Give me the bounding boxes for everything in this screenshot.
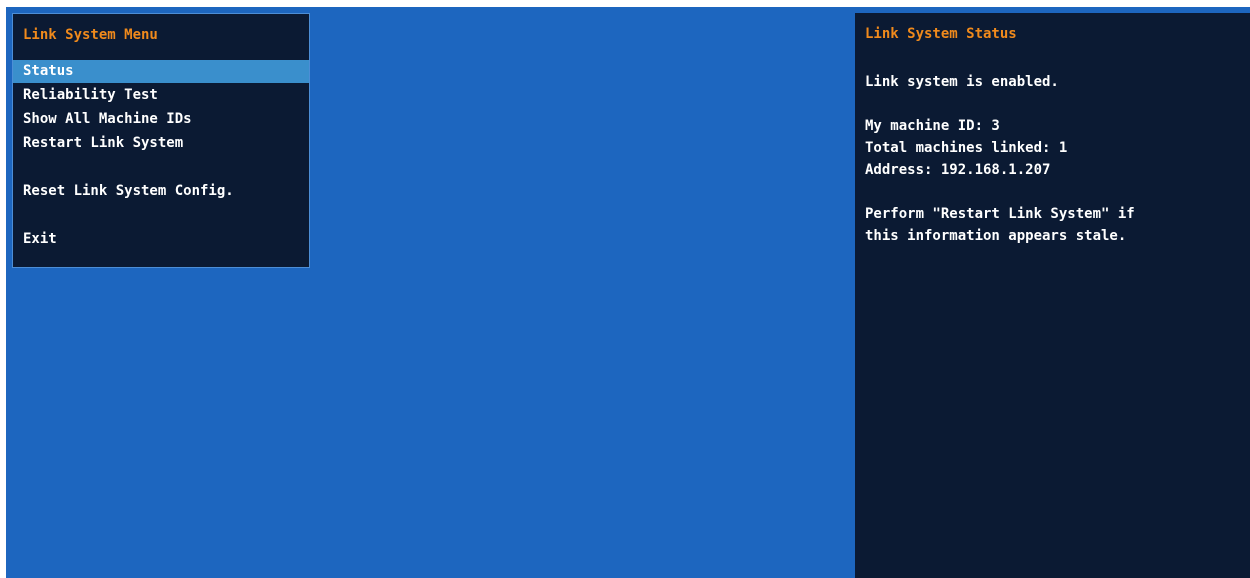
status-enabled-text: Link system is enabled. — [865, 74, 1059, 90]
status-hint-line-2: this information appears stale. — [865, 228, 1127, 244]
menu-item-status[interactable]: Status — [13, 60, 309, 83]
menu-list: Status Reliability Test Show All Machine… — [13, 60, 309, 251]
status-machine-id: My machine ID: 3 — [865, 118, 1000, 134]
status-spacer — [865, 93, 1135, 115]
status-body: Link system is enabled. My machine ID: 3… — [865, 71, 1135, 247]
status-title: Link System Status — [865, 26, 1017, 42]
menu-spacer — [13, 203, 309, 227]
screen-background: Link System Menu Status Reliability Test… — [6, 7, 1250, 578]
menu-title: Link System Menu — [23, 27, 158, 43]
menu-item-reset-link-system-config[interactable]: Reset Link System Config. — [13, 179, 309, 203]
link-system-menu-panel: Link System Menu Status Reliability Test… — [12, 13, 310, 268]
link-system-status-panel: Link System Status Link system is enable… — [855, 13, 1250, 578]
menu-item-show-all-machine-ids[interactable]: Show All Machine IDs — [13, 107, 309, 131]
menu-spacer — [13, 155, 309, 179]
menu-item-reliability-test[interactable]: Reliability Test — [13, 83, 309, 107]
status-total-linked: Total machines linked: 1 — [865, 140, 1068, 156]
status-hint-line-1: Perform "Restart Link System" if — [865, 206, 1135, 222]
status-spacer — [865, 181, 1135, 203]
status-address: Address: 192.168.1.207 — [865, 162, 1051, 178]
menu-item-restart-link-system[interactable]: Restart Link System — [13, 131, 309, 155]
menu-item-exit[interactable]: Exit — [13, 227, 309, 251]
